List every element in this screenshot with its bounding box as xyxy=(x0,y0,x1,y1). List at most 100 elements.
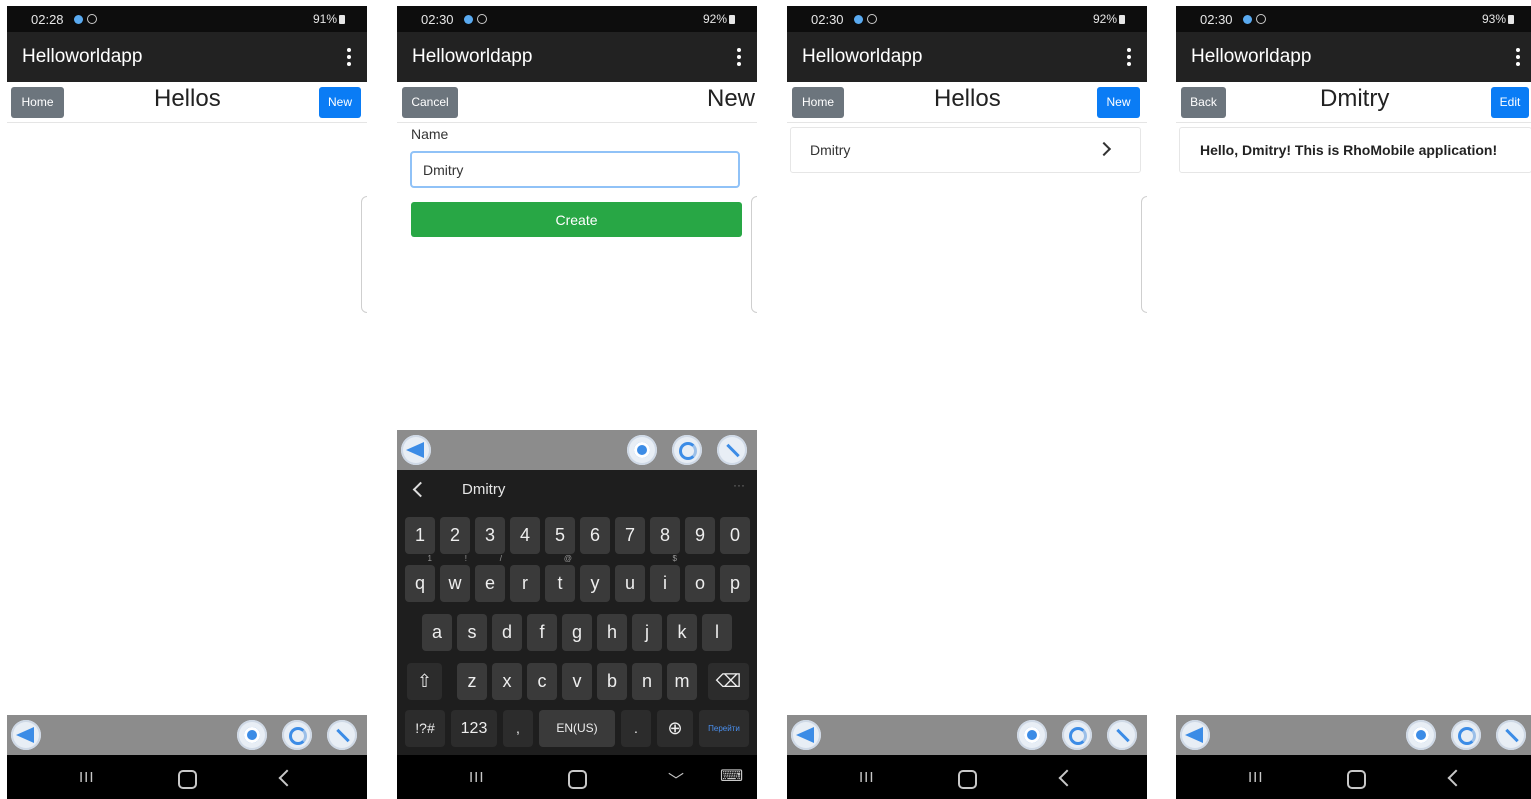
letter-key-row3-4[interactable]: b xyxy=(597,663,627,700)
letter-key-row2-4[interactable]: g xyxy=(562,614,592,651)
back-arrow-icon[interactable] xyxy=(1180,720,1210,750)
letter-key-row2-8[interactable]: l xyxy=(702,614,732,651)
letter-key-row3-5[interactable]: n xyxy=(632,663,662,700)
letter-key-row2-0[interactable]: a xyxy=(422,614,452,651)
letter-key-row2-7[interactable]: k xyxy=(667,614,697,651)
backspace-key[interactable]: ⌫ xyxy=(708,663,749,700)
suggestion-word[interactable]: Dmitry xyxy=(462,481,505,498)
keyboard-switch-icon[interactable]: ⌨ xyxy=(720,766,743,786)
letter-key-row2-2[interactable]: d xyxy=(492,614,522,651)
page-title: New xyxy=(706,85,755,112)
create-button[interactable]: Create xyxy=(411,202,742,237)
sync-icon[interactable] xyxy=(1062,720,1092,750)
letter-key-row1-6[interactable]: u xyxy=(615,565,645,602)
edit-button[interactable]: Edit xyxy=(1491,87,1529,118)
home-button[interactable]: Home xyxy=(11,87,64,118)
back-arrow-icon[interactable] xyxy=(11,720,41,750)
app-title: Helloworldapp xyxy=(1191,46,1312,67)
number-key-9[interactable]: 0 xyxy=(720,517,750,554)
app-bar: Helloworldapp xyxy=(787,32,1147,82)
letter-key-row3-3[interactable]: v xyxy=(562,663,592,700)
letter-key-row1-1[interactable]: w! xyxy=(440,555,470,602)
letter-key-row1-5[interactable]: y xyxy=(580,565,610,602)
overflow-menu-icon[interactable] xyxy=(347,48,351,69)
sync-icon[interactable] xyxy=(1451,720,1481,750)
suggestion-back-icon[interactable] xyxy=(412,481,429,498)
period-key[interactable]: . xyxy=(621,710,651,747)
recent-apps-icon[interactable]: III xyxy=(1248,769,1264,786)
more-icon[interactable]: ··· xyxy=(733,478,745,492)
nav-back-icon[interactable] xyxy=(1058,769,1076,787)
recent-apps-icon[interactable]: III xyxy=(859,769,875,786)
number-key-1[interactable]: 2 xyxy=(440,517,470,554)
space-key[interactable]: EN(US) xyxy=(539,710,615,747)
letter-key-row3-0[interactable]: z xyxy=(457,663,487,700)
number-key-0[interactable]: 1 xyxy=(405,517,435,554)
sync-icon[interactable] xyxy=(672,435,702,465)
letter-key-row1-3[interactable]: r xyxy=(510,565,540,602)
sync-icon[interactable] xyxy=(282,720,312,750)
detail-card: Hello, Dmitry! This is RhoMobile applica… xyxy=(1179,127,1531,173)
number-key-2[interactable]: 3 xyxy=(475,517,505,554)
number-key-3[interactable]: 4 xyxy=(510,517,540,554)
notification-dot-icon xyxy=(74,15,83,24)
back-arrow-icon[interactable] xyxy=(791,720,821,750)
nav-home-icon[interactable] xyxy=(1347,770,1366,789)
home-icon[interactable] xyxy=(627,435,657,465)
go-key[interactable]: Перейти xyxy=(699,710,749,747)
comma-key[interactable]: , xyxy=(503,710,533,747)
number-key-7[interactable]: 8 xyxy=(650,517,680,554)
cancel-button[interactable]: Cancel xyxy=(402,87,458,118)
options-icon[interactable] xyxy=(327,720,357,750)
options-icon[interactable] xyxy=(1107,720,1137,750)
nav-home-icon[interactable] xyxy=(178,770,197,789)
globe-icon[interactable]: ⊕ xyxy=(657,710,693,747)
letter-key-row1-7[interactable]: i $ xyxy=(650,555,680,602)
overflow-menu-icon[interactable] xyxy=(737,48,741,69)
number-key-4[interactable]: 5 xyxy=(545,517,575,554)
letter-key-row2-1[interactable]: s xyxy=(457,614,487,651)
notification-dot-icon xyxy=(1243,15,1252,24)
overflow-menu-icon[interactable] xyxy=(1127,48,1131,69)
number-key-5[interactable]: 6 xyxy=(580,517,610,554)
letter-key-row3-2[interactable]: c xyxy=(527,663,557,700)
recent-apps-icon[interactable]: III xyxy=(469,769,485,786)
back-button[interactable]: Back xyxy=(1181,87,1226,118)
home-icon[interactable] xyxy=(1406,720,1436,750)
letter-key-row3-1[interactable]: x xyxy=(492,663,522,700)
nav-home-icon[interactable] xyxy=(958,770,977,789)
new-button[interactable]: New xyxy=(1097,87,1140,118)
overflow-menu-icon[interactable] xyxy=(1516,48,1520,69)
hide-keyboard-icon[interactable]: ﹀ xyxy=(668,767,684,791)
nav-back-icon[interactable] xyxy=(278,769,296,787)
letter-key-row2-6[interactable]: j xyxy=(632,614,662,651)
home-icon[interactable] xyxy=(237,720,267,750)
letter-key-row2-5[interactable]: h xyxy=(597,614,627,651)
shift-key[interactable]: ⇧ xyxy=(407,663,442,700)
symbols-key[interactable]: !?# xyxy=(405,710,445,747)
home-icon[interactable] xyxy=(1017,720,1047,750)
name-input[interactable] xyxy=(410,151,740,188)
battery-icon xyxy=(729,15,735,24)
number-key-8[interactable]: 9 xyxy=(685,517,715,554)
recent-apps-icon[interactable]: III xyxy=(79,769,95,786)
new-button[interactable]: New xyxy=(319,87,361,118)
status-time: 02:28 xyxy=(31,12,64,27)
options-icon[interactable] xyxy=(717,435,747,465)
number-key-6[interactable]: 7 xyxy=(615,517,645,554)
numbers-key[interactable]: 123 xyxy=(451,710,497,747)
home-button[interactable]: Home xyxy=(792,87,844,118)
letter-key-row2-3[interactable]: f xyxy=(527,614,557,651)
nav-back-icon[interactable] xyxy=(1447,769,1465,787)
letter-key-row1-0[interactable]: q1 xyxy=(405,555,435,602)
options-icon[interactable] xyxy=(1496,720,1526,750)
letter-key-row1-9[interactable]: p xyxy=(720,565,750,602)
letter-key-row1-2[interactable]: e / xyxy=(475,555,505,602)
nav-home-icon[interactable] xyxy=(568,770,587,789)
back-arrow-icon[interactable] xyxy=(401,435,431,465)
status-bar: 02:30 93% xyxy=(1176,6,1531,32)
letter-key-row3-6[interactable]: m xyxy=(667,663,697,700)
letter-key-row1-4[interactable]: t @ xyxy=(545,555,575,602)
list-item[interactable]: Dmitry xyxy=(790,127,1141,173)
letter-key-row1-8[interactable]: o xyxy=(685,565,715,602)
